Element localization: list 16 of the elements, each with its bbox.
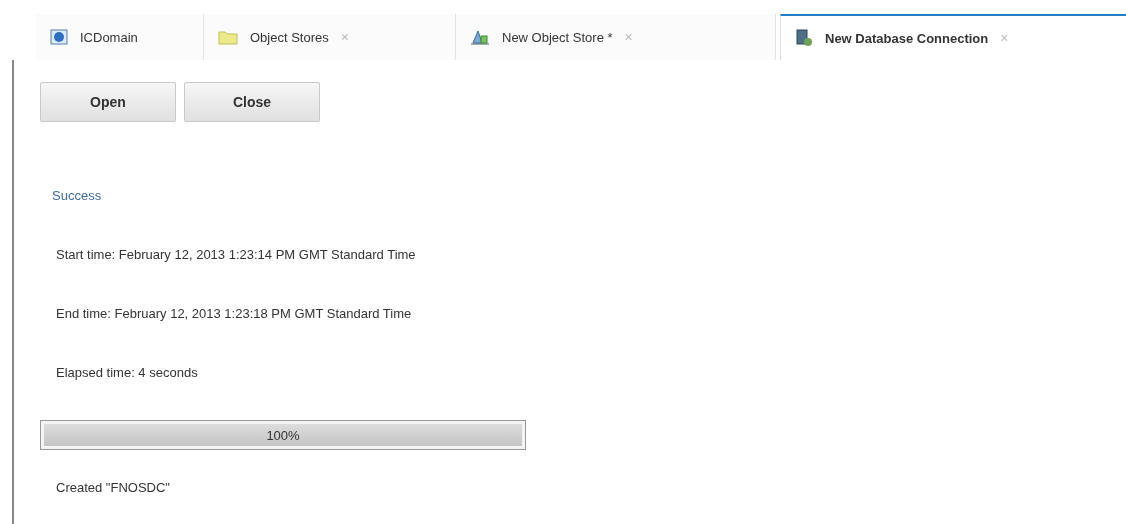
detail-text: Elapsed time: 4 seconds	[56, 365, 199, 380]
detail-text: End time: February 12, 2013 1:23:18 PM GMT Standard Time	[56, 306, 413, 321]
tab[interactable]: New Object Store * ×	[456, 14, 776, 60]
tab[interactable]: ICDomain	[36, 14, 204, 60]
globe-icon	[50, 29, 68, 45]
detail-text: Start time: February 12, 2013 1:23:14 PM GMT Standard Time	[56, 247, 417, 262]
chart-icon	[470, 29, 490, 45]
toolbar-button[interactable]: Close	[184, 82, 320, 122]
progress-label: 100%	[266, 427, 300, 443]
database-icon	[795, 29, 813, 47]
status-text: Success	[52, 188, 103, 203]
toolbar-button[interactable]: Open	[40, 82, 176, 122]
folder-icon	[218, 29, 238, 45]
tab[interactable]: Object Stores ×	[204, 14, 456, 60]
tab[interactable]: New Database Connection ×	[780, 14, 1126, 60]
result-text: Created "FNOSDC"	[56, 480, 171, 495]
